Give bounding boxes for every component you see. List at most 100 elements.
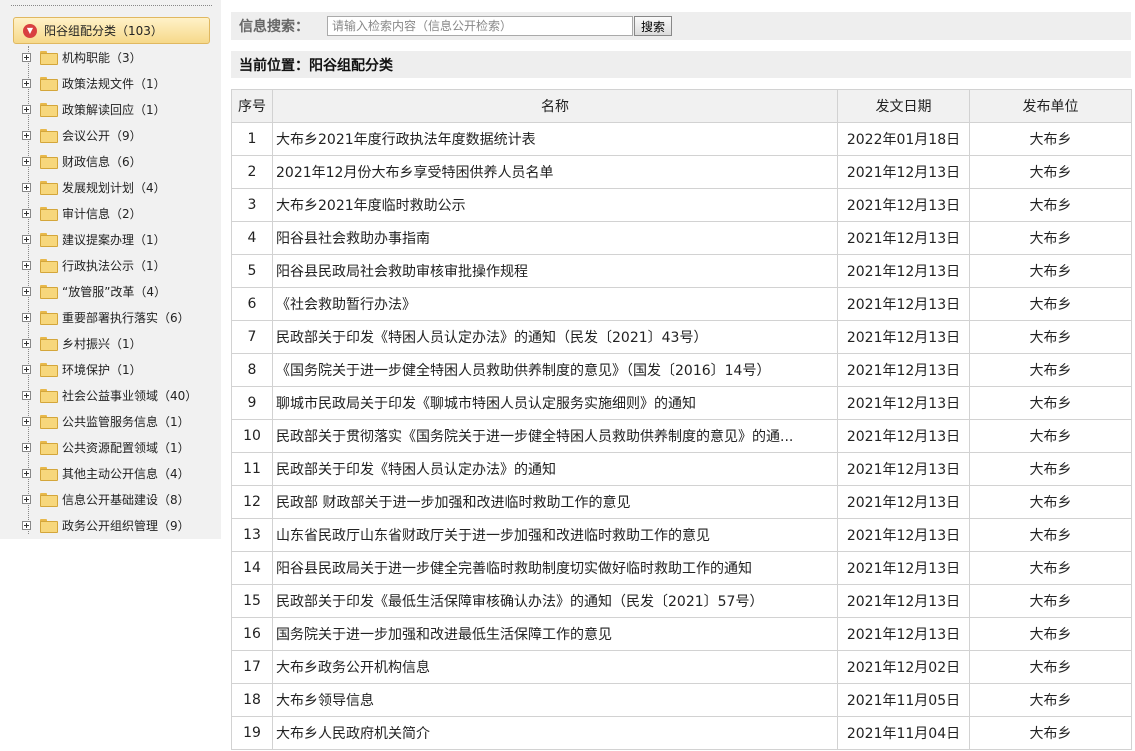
expand-plus-icon[interactable] bbox=[22, 338, 31, 348]
table-row: 2 2021年12月份大布乡享受特困供养人员名单 2021年12月13日 大布乡 bbox=[231, 155, 1132, 189]
row-index: 15 bbox=[231, 584, 273, 618]
header-index: 序号 bbox=[231, 89, 273, 123]
sidebar-item[interactable]: 政策解读回应（1） bbox=[22, 96, 197, 122]
row-title-link[interactable]: 阳谷县社会救助办事指南 bbox=[272, 221, 838, 255]
row-date: 2021年12月13日 bbox=[837, 320, 970, 354]
row-title-link[interactable]: 大布乡政务公开机构信息 bbox=[272, 650, 838, 684]
row-date: 2021年12月13日 bbox=[837, 485, 970, 519]
row-title-link[interactable]: 民政部关于印发《特困人员认定办法》的通知（民发〔2021〕43号） bbox=[272, 320, 838, 354]
expand-plus-icon[interactable] bbox=[22, 286, 31, 296]
sidebar-item-label: 行政执法公示（1） bbox=[62, 258, 166, 273]
row-title-link[interactable]: 民政部关于印发《最低生活保障审核确认办法》的通知（民发〔2021〕57号） bbox=[272, 584, 838, 618]
row-title-link[interactable]: 聊城市民政局关于印发《聊城市特困人员认定服务实施细则》的通知 bbox=[272, 386, 838, 420]
sidebar-item[interactable]: 重要部署执行落实（6） bbox=[22, 304, 197, 330]
row-publisher: 大布乡 bbox=[969, 221, 1132, 255]
search-input[interactable] bbox=[327, 16, 633, 36]
sidebar-item[interactable]: 环境保护（1） bbox=[22, 356, 197, 382]
row-title-link[interactable]: 《国务院关于进一步健全特困人员救助供养制度的意见》（国发〔2016〕14号） bbox=[272, 353, 838, 387]
sidebar-item[interactable]: 政策法规文件（1） bbox=[22, 70, 197, 96]
sidebar-item[interactable]: 公共资源配置领域（1） bbox=[22, 434, 197, 460]
sidebar-item[interactable]: 其他主动公开信息（4） bbox=[22, 460, 197, 486]
category-tree: 机构职能（3） 政策法规文件（1） 政策解读回应（1） 会议公开（9） 财政信息（6） 发… bbox=[22, 44, 197, 538]
row-title-link[interactable]: 大布乡2021年度临时救助公示 bbox=[272, 188, 838, 222]
sidebar-item[interactable]: 信息公开基础建设（8） bbox=[22, 486, 197, 512]
expand-plus-icon[interactable] bbox=[22, 442, 31, 452]
expand-plus-icon[interactable] bbox=[22, 104, 31, 114]
expand-plus-icon[interactable] bbox=[22, 52, 31, 62]
row-publisher: 大布乡 bbox=[969, 188, 1132, 222]
expand-plus-icon[interactable] bbox=[22, 494, 31, 504]
row-title-link[interactable]: 2021年12月份大布乡享受特困供养人员名单 bbox=[272, 155, 838, 189]
expand-plus-icon[interactable] bbox=[22, 156, 31, 166]
sidebar-item[interactable]: 会议公开（9） bbox=[22, 122, 197, 148]
row-title-link[interactable]: 民政部 财政部关于进一步加强和改进临时救助工作的意见 bbox=[272, 485, 838, 519]
row-title-link[interactable]: 民政部关于贯彻落实《国务院关于进一步健全特困人员救助供养制度的意见》的通... bbox=[272, 419, 838, 453]
row-date: 2021年12月13日 bbox=[837, 617, 970, 651]
collapse-icon[interactable]: ▼ bbox=[23, 23, 37, 38]
table-row: 13 山东省民政厅山东省财政厅关于进一步加强和改进临时救助工作的意见 2021年12… bbox=[231, 518, 1132, 552]
expand-plus-icon[interactable] bbox=[22, 312, 31, 322]
sidebar-item-label: 财政信息（6） bbox=[62, 154, 142, 169]
row-publisher: 大布乡 bbox=[969, 419, 1132, 453]
sidebar-item[interactable]: 财政信息（6） bbox=[22, 148, 197, 174]
sidebar-item[interactable]: 政务公开组织管理（9） bbox=[22, 512, 197, 538]
row-title-link[interactable]: 《社会救助暂行办法》 bbox=[272, 287, 838, 321]
expand-plus-icon[interactable] bbox=[22, 520, 31, 530]
sidebar-item[interactable]: 公共监管服务信息（1） bbox=[22, 408, 197, 434]
row-index: 18 bbox=[231, 683, 273, 717]
row-index: 11 bbox=[231, 452, 273, 486]
sidebar-item[interactable]: “放管服”改革（4） bbox=[22, 278, 197, 304]
table-body: 1 大布乡2021年度行政执法年度数据统计表 2022年01月18日 大布乡 2 2021… bbox=[231, 122, 1132, 750]
table-row: 10 民政部关于贯彻落实《国务院关于进一步健全特困人员救助供养制度的意见》的通..… bbox=[231, 419, 1132, 453]
row-date: 2021年12月13日 bbox=[837, 419, 970, 453]
row-date: 2021年11月04日 bbox=[837, 716, 970, 750]
row-title-link[interactable]: 大布乡领导信息 bbox=[272, 683, 838, 717]
header-publisher: 发布单位 bbox=[969, 89, 1132, 123]
expand-plus-icon[interactable] bbox=[22, 130, 31, 140]
expand-plus-icon[interactable] bbox=[22, 182, 31, 192]
sidebar-item[interactable]: 机构职能（3） bbox=[22, 44, 197, 70]
folder-icon bbox=[40, 103, 58, 117]
expand-plus-icon[interactable] bbox=[22, 390, 31, 400]
row-publisher: 大布乡 bbox=[969, 551, 1132, 585]
row-title-link[interactable]: 阳谷县民政局社会救助审核审批操作规程 bbox=[272, 254, 838, 288]
expand-plus-icon[interactable] bbox=[22, 208, 31, 218]
row-title-link[interactable]: 阳谷县民政局关于进一步健全完善临时救助制度切实做好临时救助工作的通知 bbox=[272, 551, 838, 585]
row-title-link[interactable]: 民政部关于印发《特困人员认定办法》的通知 bbox=[272, 452, 838, 486]
expand-plus-icon[interactable] bbox=[22, 468, 31, 478]
sidebar-item-label: 公共监管服务信息（1） bbox=[62, 414, 190, 429]
sidebar-root-category[interactable]: ▼ 阳谷组配分类（103） bbox=[13, 17, 210, 44]
sidebar-item[interactable]: 行政执法公示（1） bbox=[22, 252, 197, 278]
row-title-link[interactable]: 山东省民政厅山东省财政厅关于进一步加强和改进临时救助工作的意见 bbox=[272, 518, 838, 552]
row-date: 2021年12月13日 bbox=[837, 188, 970, 222]
sidebar-item[interactable]: 社会公益事业领域（40） bbox=[22, 382, 197, 408]
sidebar-item-label: 机构职能（3） bbox=[62, 50, 142, 65]
table-row: 8 《国务院关于进一步健全特困人员救助供养制度的意见》（国发〔2016〕14号） 2… bbox=[231, 353, 1132, 387]
results-table-container: 序号 名称 发文日期 发布单位 1 大布乡2021年度行政执法年度数据统计表 202… bbox=[231, 89, 1132, 750]
row-title-link[interactable]: 大布乡2021年度行政执法年度数据统计表 bbox=[272, 122, 838, 156]
row-title-link[interactable]: 大布乡人民政府机关简介 bbox=[272, 716, 838, 750]
sidebar-item[interactable]: 发展规划计划（4） bbox=[22, 174, 197, 200]
sidebar-item[interactable]: 建议提案办理（1） bbox=[22, 226, 197, 252]
expand-plus-icon[interactable] bbox=[22, 416, 31, 426]
sidebar-item[interactable]: 审计信息（2） bbox=[22, 200, 197, 226]
row-date: 2021年12月13日 bbox=[837, 353, 970, 387]
sidebar-item-label: “放管服”改革（4） bbox=[62, 284, 167, 299]
expand-plus-icon[interactable] bbox=[22, 234, 31, 244]
row-date: 2022年01月18日 bbox=[837, 122, 970, 156]
expand-plus-icon[interactable] bbox=[22, 260, 31, 270]
row-publisher: 大布乡 bbox=[969, 716, 1132, 750]
sidebar-item[interactable]: 乡村振兴（1） bbox=[22, 330, 197, 356]
row-title-link[interactable]: 国务院关于进一步加强和改进最低生活保障工作的意见 bbox=[272, 617, 838, 651]
sidebar-divider bbox=[11, 5, 212, 6]
sidebar-item-label: 其他主动公开信息（4） bbox=[62, 466, 190, 481]
search-button[interactable]: 搜索 bbox=[634, 16, 673, 36]
expand-plus-icon[interactable] bbox=[22, 78, 31, 88]
folder-icon bbox=[40, 51, 58, 65]
sidebar-item-label: 政务公开组织管理（9） bbox=[62, 518, 190, 533]
expand-plus-icon[interactable] bbox=[22, 364, 31, 374]
row-index: 13 bbox=[231, 518, 273, 552]
folder-icon bbox=[40, 285, 58, 299]
folder-icon bbox=[40, 363, 58, 377]
sidebar-item-label: 乡村振兴（1） bbox=[62, 336, 142, 351]
